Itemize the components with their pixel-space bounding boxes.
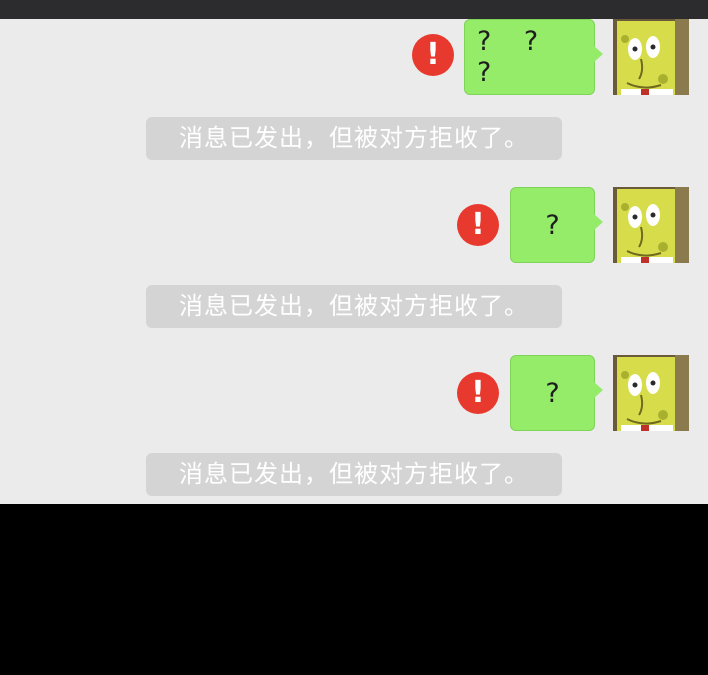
system-notice: 消息已发出，但被对方拒收了。 — [146, 453, 562, 496]
message-row: ! ? — [0, 187, 708, 267]
send-failed-icon[interactable]: ! — [457, 204, 499, 246]
spongebob-avatar-icon[interactable] — [613, 187, 689, 263]
send-failed-icon[interactable]: ! — [412, 34, 454, 76]
empty-background — [0, 504, 708, 675]
message-bubble[interactable]: ? — [510, 187, 603, 263]
spongebob-avatar-icon[interactable] — [613, 19, 689, 95]
message-bubble[interactable]: ? — [510, 355, 603, 431]
message-row: ! ? ? ? — [0, 19, 708, 99]
message-row: ! ? — [0, 355, 708, 435]
send-failed-icon[interactable]: ! — [457, 372, 499, 414]
chat-area[interactable]: ! ? ? ? 消息已发出，但被对方拒收了。 ! ? 消息已发出，但被对方拒收了… — [0, 19, 708, 504]
system-notice: 消息已发出，但被对方拒收了。 — [146, 117, 562, 160]
top-status-bar — [0, 0, 708, 19]
system-notice: 消息已发出，但被对方拒收了。 — [146, 285, 562, 328]
spongebob-avatar-icon[interactable] — [613, 355, 689, 431]
message-bubble[interactable]: ? ? ? — [464, 19, 603, 95]
